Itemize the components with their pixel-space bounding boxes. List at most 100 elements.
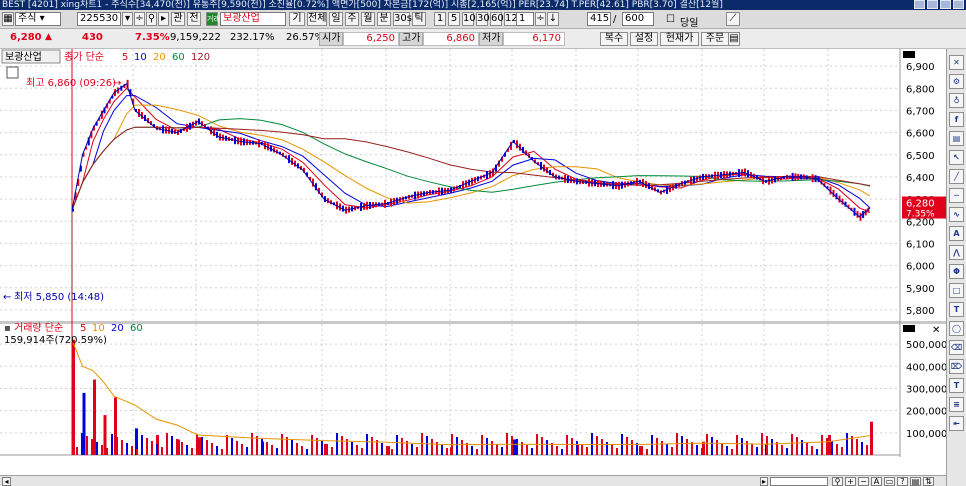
- fibo-icon[interactable]: Φ: [949, 264, 964, 279]
- box-icon[interactable]: □: [949, 283, 964, 298]
- period-button[interactable]: 전체: [307, 12, 327, 26]
- play-icon[interactable]: ▸: [158, 12, 169, 26]
- quote-button[interactable]: 현재가: [660, 32, 699, 46]
- period-button[interactable]: 일: [329, 12, 343, 26]
- quote-button[interactable]: 복수: [600, 32, 628, 46]
- volume-bar: [131, 446, 133, 455]
- scroll-right-icon[interactable]: ▸: [760, 477, 768, 486]
- price-tick-label: 6,100: [906, 239, 935, 250]
- arrow-left-icon: ←: [3, 292, 11, 303]
- grid-icon[interactable]: ▦: [2, 12, 14, 26]
- code-input[interactable]: 225530: [77, 12, 121, 26]
- ellipse-icon[interactable]: ◯: [949, 321, 964, 336]
- interval-button[interactable]: 1: [434, 12, 446, 26]
- zoom-out-icon[interactable]: −: [858, 477, 869, 486]
- search-icon[interactable]: ⚲: [146, 12, 157, 26]
- volume-bar: [211, 443, 213, 455]
- eraser-all-icon[interactable]: ⌦: [949, 359, 964, 374]
- chart-icon[interactable]: ▤: [949, 131, 964, 146]
- volume-bar: [846, 433, 848, 455]
- volume-bar: [336, 433, 338, 455]
- split-icon[interactable]: ⇅: [923, 477, 934, 486]
- restore-icon[interactable]: [914, 0, 925, 9]
- period-button[interactable]: 틱: [412, 12, 426, 26]
- overlay-icon[interactable]: ▭: [884, 477, 895, 486]
- line-icon[interactable]: ─: [949, 188, 964, 203]
- menu-icon[interactable]: ▤: [728, 32, 740, 46]
- volume-bar: [626, 437, 628, 455]
- quote-button[interactable]: 주문: [701, 32, 729, 46]
- text-icon[interactable]: T: [949, 302, 964, 317]
- volume-bar: [136, 449, 138, 455]
- help-icon[interactable]: ?: [897, 477, 908, 486]
- spin-icon[interactable]: ÷: [134, 12, 145, 26]
- period-button[interactable]: 월: [361, 12, 375, 26]
- chevron-down-icon[interactable]: ▾: [122, 12, 133, 26]
- interval-value[interactable]: 1: [516, 12, 534, 26]
- scroll-left-icon[interactable]: ◂: [2, 477, 11, 486]
- zigzag-icon[interactable]: ⋀: [949, 245, 964, 260]
- volume-bar: [331, 447, 333, 455]
- export-icon[interactable]: ⇤: [949, 416, 964, 431]
- period-button[interactable]: 기: [289, 12, 305, 26]
- chart-type-icon[interactable]: ⟋: [726, 12, 740, 26]
- volume-bar: [496, 444, 498, 455]
- volume-bar: [226, 435, 228, 455]
- stock-chart[interactable]: 6,9006,8006,7006,6006,5006,4006,3006,200…: [0, 49, 946, 457]
- font-icon[interactable]: A: [871, 477, 882, 486]
- wave-icon[interactable]: ∿: [949, 207, 964, 222]
- minimize-icon[interactable]: [927, 0, 938, 9]
- bottom-scrollbar[interactable]: ◂ ▸ ⚲ + − A ▭ ? ▤ ⇅: [0, 475, 946, 486]
- market-select[interactable]: 주식 ▾: [15, 12, 61, 26]
- volume-bar: [361, 448, 363, 455]
- cursor-icon[interactable]: ↖: [949, 150, 964, 165]
- interval-button[interactable]: 30: [476, 12, 490, 26]
- zoom-icon[interactable]: ⚲: [832, 477, 843, 486]
- volume-bar: [231, 438, 233, 455]
- volume-bar: [91, 439, 93, 455]
- filter-button[interactable]: 전: [187, 12, 201, 26]
- period-button[interactable]: 주: [345, 12, 359, 26]
- list-icon[interactable]: ≡: [949, 397, 964, 412]
- auto-icon[interactable]: A: [949, 226, 964, 241]
- volume-bar: [261, 439, 263, 455]
- high-value: 6,860: [423, 32, 479, 46]
- maximize-icon[interactable]: [940, 0, 951, 9]
- volume-bar: [721, 443, 723, 455]
- volume-ratio: 232.17%: [230, 32, 275, 43]
- period-button[interactable]: 분: [377, 12, 391, 26]
- panel-menu-icon: [903, 51, 915, 58]
- price-tick-label: 6,000: [906, 262, 935, 273]
- spin-icon[interactable]: ÷: [535, 12, 546, 26]
- quote-button[interactable]: 설정: [630, 32, 658, 46]
- volume-bar: [491, 441, 493, 455]
- eraser-icon[interactable]: ⌫: [949, 340, 964, 355]
- volume-bar: [661, 441, 663, 455]
- related-button[interactable]: 관: [171, 12, 185, 26]
- interval-button[interactable]: 10: [462, 12, 476, 26]
- zoom-in-icon[interactable]: +: [845, 477, 856, 486]
- volume-bar: [836, 444, 838, 455]
- today-checkbox[interactable]: ☐: [666, 14, 675, 25]
- zoom-slider[interactable]: [770, 477, 828, 486]
- stock-name-field[interactable]: 보광산업: [220, 12, 286, 26]
- interval-button[interactable]: 5: [448, 12, 460, 26]
- up-arrow-icon: ▲: [45, 32, 52, 42]
- cross-icon[interactable]: ✕: [949, 55, 964, 70]
- close-icon[interactable]: [953, 0, 964, 9]
- total-field[interactable]: 600: [622, 12, 654, 26]
- formula-icon[interactable]: f: [949, 112, 964, 127]
- volume-bar: [201, 437, 203, 455]
- down-arrow-icon[interactable]: ↓: [547, 12, 559, 26]
- count-field[interactable]: 415: [587, 12, 611, 26]
- volume-bar: [81, 433, 83, 455]
- volume-tick-label: 300,000: [906, 384, 946, 395]
- bulb-icon[interactable]: ♁: [949, 93, 964, 108]
- gear-icon[interactable]: ⚙: [949, 74, 964, 89]
- volume-bar: [566, 435, 568, 455]
- period-button[interactable]: 30s: [393, 12, 412, 26]
- trendline-icon[interactable]: ╱: [949, 169, 964, 184]
- text-box-icon[interactable]: T: [949, 378, 964, 393]
- interval-button[interactable]: 60: [490, 12, 504, 26]
- layout-icon[interactable]: ▤: [910, 477, 921, 486]
